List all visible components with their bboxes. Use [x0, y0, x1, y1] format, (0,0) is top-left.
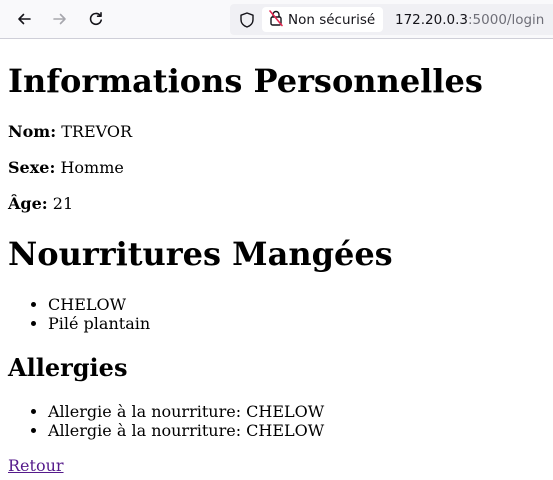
age-label: Âge: [8, 194, 48, 213]
arrow-left-icon [16, 11, 32, 27]
foods-list: CHELOW Pilé plantain [8, 295, 150, 333]
age-field: Âge: 21 [8, 196, 73, 212]
sex-field: Sexe: Homme [8, 160, 124, 176]
name-field: Nom: TREVOR [8, 124, 132, 140]
url-path: :5000/login [468, 12, 545, 28]
security-indicator[interactable]: Non sécurisé [262, 7, 384, 32]
name-value: TREVOR [61, 122, 133, 141]
back-link[interactable]: Retour [8, 458, 64, 474]
reload-icon [88, 11, 104, 27]
foods-heading: Nourritures Mangées [8, 235, 393, 273]
allergies-list: Allergie à la nourriture: CHELOW Allergi… [8, 402, 324, 440]
sex-label: Sexe: [8, 158, 56, 177]
shield-icon[interactable] [238, 11, 256, 29]
name-label: Nom: [8, 122, 57, 141]
list-item: CHELOW [48, 295, 150, 314]
allergies-heading: Allergies [8, 353, 128, 382]
url-text[interactable]: 172.20.0.3:5000/login [395, 12, 544, 28]
insecure-lock-icon [268, 9, 284, 31]
sex-value: Homme [60, 158, 124, 177]
arrow-right-icon [52, 11, 68, 27]
list-item: Pilé plantain [48, 314, 150, 333]
age-value: 21 [52, 194, 74, 213]
list-item: Allergie à la nourriture: CHELOW [48, 421, 324, 440]
back-button[interactable] [10, 5, 38, 33]
security-label: Non sécurisé [288, 11, 376, 28]
reload-button[interactable] [82, 5, 110, 33]
forward-button[interactable] [46, 5, 74, 33]
list-item: Allergie à la nourriture: CHELOW [48, 402, 324, 421]
browser-toolbar: Non sécurisé 172.20.0.3:5000/login [0, 0, 553, 39]
url-host: 172.20.0.3 [395, 12, 468, 28]
personal-info-heading: Informations Personnelles [8, 62, 483, 100]
url-bar[interactable]: Non sécurisé 172.20.0.3:5000/login [230, 4, 553, 35]
